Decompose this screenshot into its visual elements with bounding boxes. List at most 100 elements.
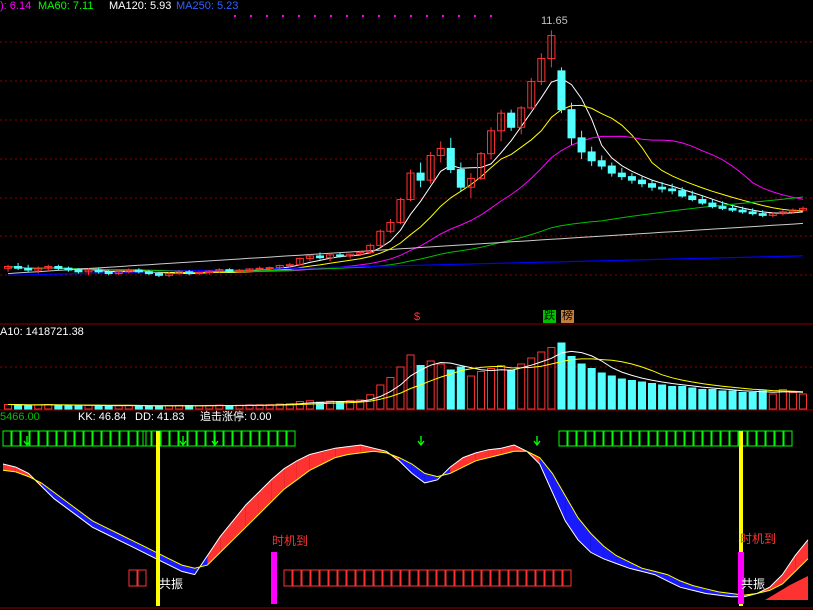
kk-dd-ribbon xyxy=(130,539,144,553)
resonance-label-2: 共振 xyxy=(741,577,766,591)
signal-box xyxy=(454,569,464,587)
signal-box xyxy=(38,430,48,447)
zt-label: 追击涨停: 0.00 xyxy=(200,411,272,423)
volume-bar xyxy=(507,369,516,410)
signal-box xyxy=(277,430,287,447)
candle-down xyxy=(154,273,163,276)
marker-dot xyxy=(362,15,364,17)
candle-down xyxy=(668,188,677,192)
volume-bar xyxy=(406,354,415,410)
signal-box xyxy=(621,430,631,447)
signal-box xyxy=(648,430,658,447)
kk-dd-ribbon xyxy=(296,454,310,480)
chart-canvas xyxy=(0,15,813,609)
peak-price-label: 11.65 xyxy=(541,15,568,27)
volume-bar xyxy=(416,365,425,410)
volume-bar xyxy=(517,363,526,410)
kk-dd-ribbon xyxy=(795,539,808,572)
signal-box xyxy=(137,569,147,587)
signal-box xyxy=(241,430,251,447)
volume-bar xyxy=(446,369,455,410)
volume-bar xyxy=(627,380,636,410)
signal-box xyxy=(128,430,138,447)
signal-box xyxy=(74,430,84,447)
volume-bar xyxy=(658,384,667,410)
signal-box xyxy=(83,430,93,447)
candle-up xyxy=(265,267,274,270)
candle-down xyxy=(64,267,73,271)
signal-box xyxy=(765,430,775,447)
signal-box xyxy=(319,569,329,587)
volume-bar xyxy=(708,389,717,410)
volume-bar xyxy=(798,393,807,410)
volume-bar xyxy=(587,368,596,410)
stock-chart-window: ): 6.14 MA60: 7.11 MA120: 5.93 MA250: 5.… xyxy=(0,0,813,610)
signal-box xyxy=(373,569,383,587)
signal-box xyxy=(301,569,311,587)
signal-box xyxy=(283,569,293,587)
volume-bar xyxy=(567,356,576,410)
signal-box xyxy=(612,430,622,447)
down-arrow-icon xyxy=(179,436,187,447)
volume-bar xyxy=(366,394,375,410)
candle-down xyxy=(94,269,103,273)
volume-bar xyxy=(295,401,304,410)
volume-bar xyxy=(195,405,204,410)
kk-label: KK: 46.84 xyxy=(78,411,127,423)
signal-box xyxy=(558,430,568,447)
signal-box xyxy=(137,430,147,447)
candle-down xyxy=(134,269,143,273)
candle-down xyxy=(54,266,63,269)
ma60-line xyxy=(7,196,804,272)
candle-down xyxy=(718,206,727,209)
volume-bar xyxy=(154,405,163,410)
volume-bar xyxy=(688,387,697,410)
signal-box xyxy=(400,569,410,587)
dd-line xyxy=(2,450,809,596)
kk-dd-ribbon xyxy=(565,495,578,540)
marker-dot xyxy=(458,15,460,17)
ma60-label: MA60: 7.11 xyxy=(38,0,94,12)
signal-box xyxy=(756,430,766,447)
marker-dot xyxy=(266,15,268,17)
volume-bar xyxy=(456,366,465,410)
candle-down xyxy=(144,271,153,275)
signal-box xyxy=(92,430,102,447)
signal-box xyxy=(169,430,179,447)
signal-box xyxy=(693,430,703,447)
signal-marker: $ xyxy=(414,311,421,323)
signal-box xyxy=(774,430,784,447)
signal-box xyxy=(346,569,356,587)
volume-bar xyxy=(144,405,153,410)
marker-dot xyxy=(410,15,412,17)
marker-dot xyxy=(330,15,332,17)
tag-die: 跌 xyxy=(543,310,556,323)
signal-box xyxy=(544,569,554,587)
signal-box xyxy=(639,430,649,447)
volume-bar xyxy=(668,386,677,410)
signal-box xyxy=(187,430,197,447)
candle-down xyxy=(597,160,606,167)
marker-dot xyxy=(378,15,380,17)
signal-box xyxy=(427,569,437,587)
candle-up xyxy=(255,267,264,270)
volume-bar xyxy=(698,389,707,410)
kk-dd-ribbon xyxy=(578,517,591,553)
kk-dd-ribbon xyxy=(220,520,233,553)
signal-box xyxy=(576,430,586,447)
marker-dot xyxy=(282,15,284,17)
signal-box xyxy=(603,430,613,447)
volume-bar xyxy=(738,392,747,410)
resonance-label-1: 共振 xyxy=(159,577,184,591)
volume-bar xyxy=(34,404,43,410)
signal-box xyxy=(259,430,269,447)
volume-bar xyxy=(426,360,435,410)
tag-bang: 榜 xyxy=(561,310,574,323)
volume-bar xyxy=(758,390,767,410)
volume-bar xyxy=(748,392,757,410)
candle-down xyxy=(24,267,33,271)
signal-box xyxy=(286,430,296,447)
candle-up xyxy=(285,264,294,267)
down-arrow-icon xyxy=(533,436,541,447)
magenta-marker xyxy=(271,552,277,604)
